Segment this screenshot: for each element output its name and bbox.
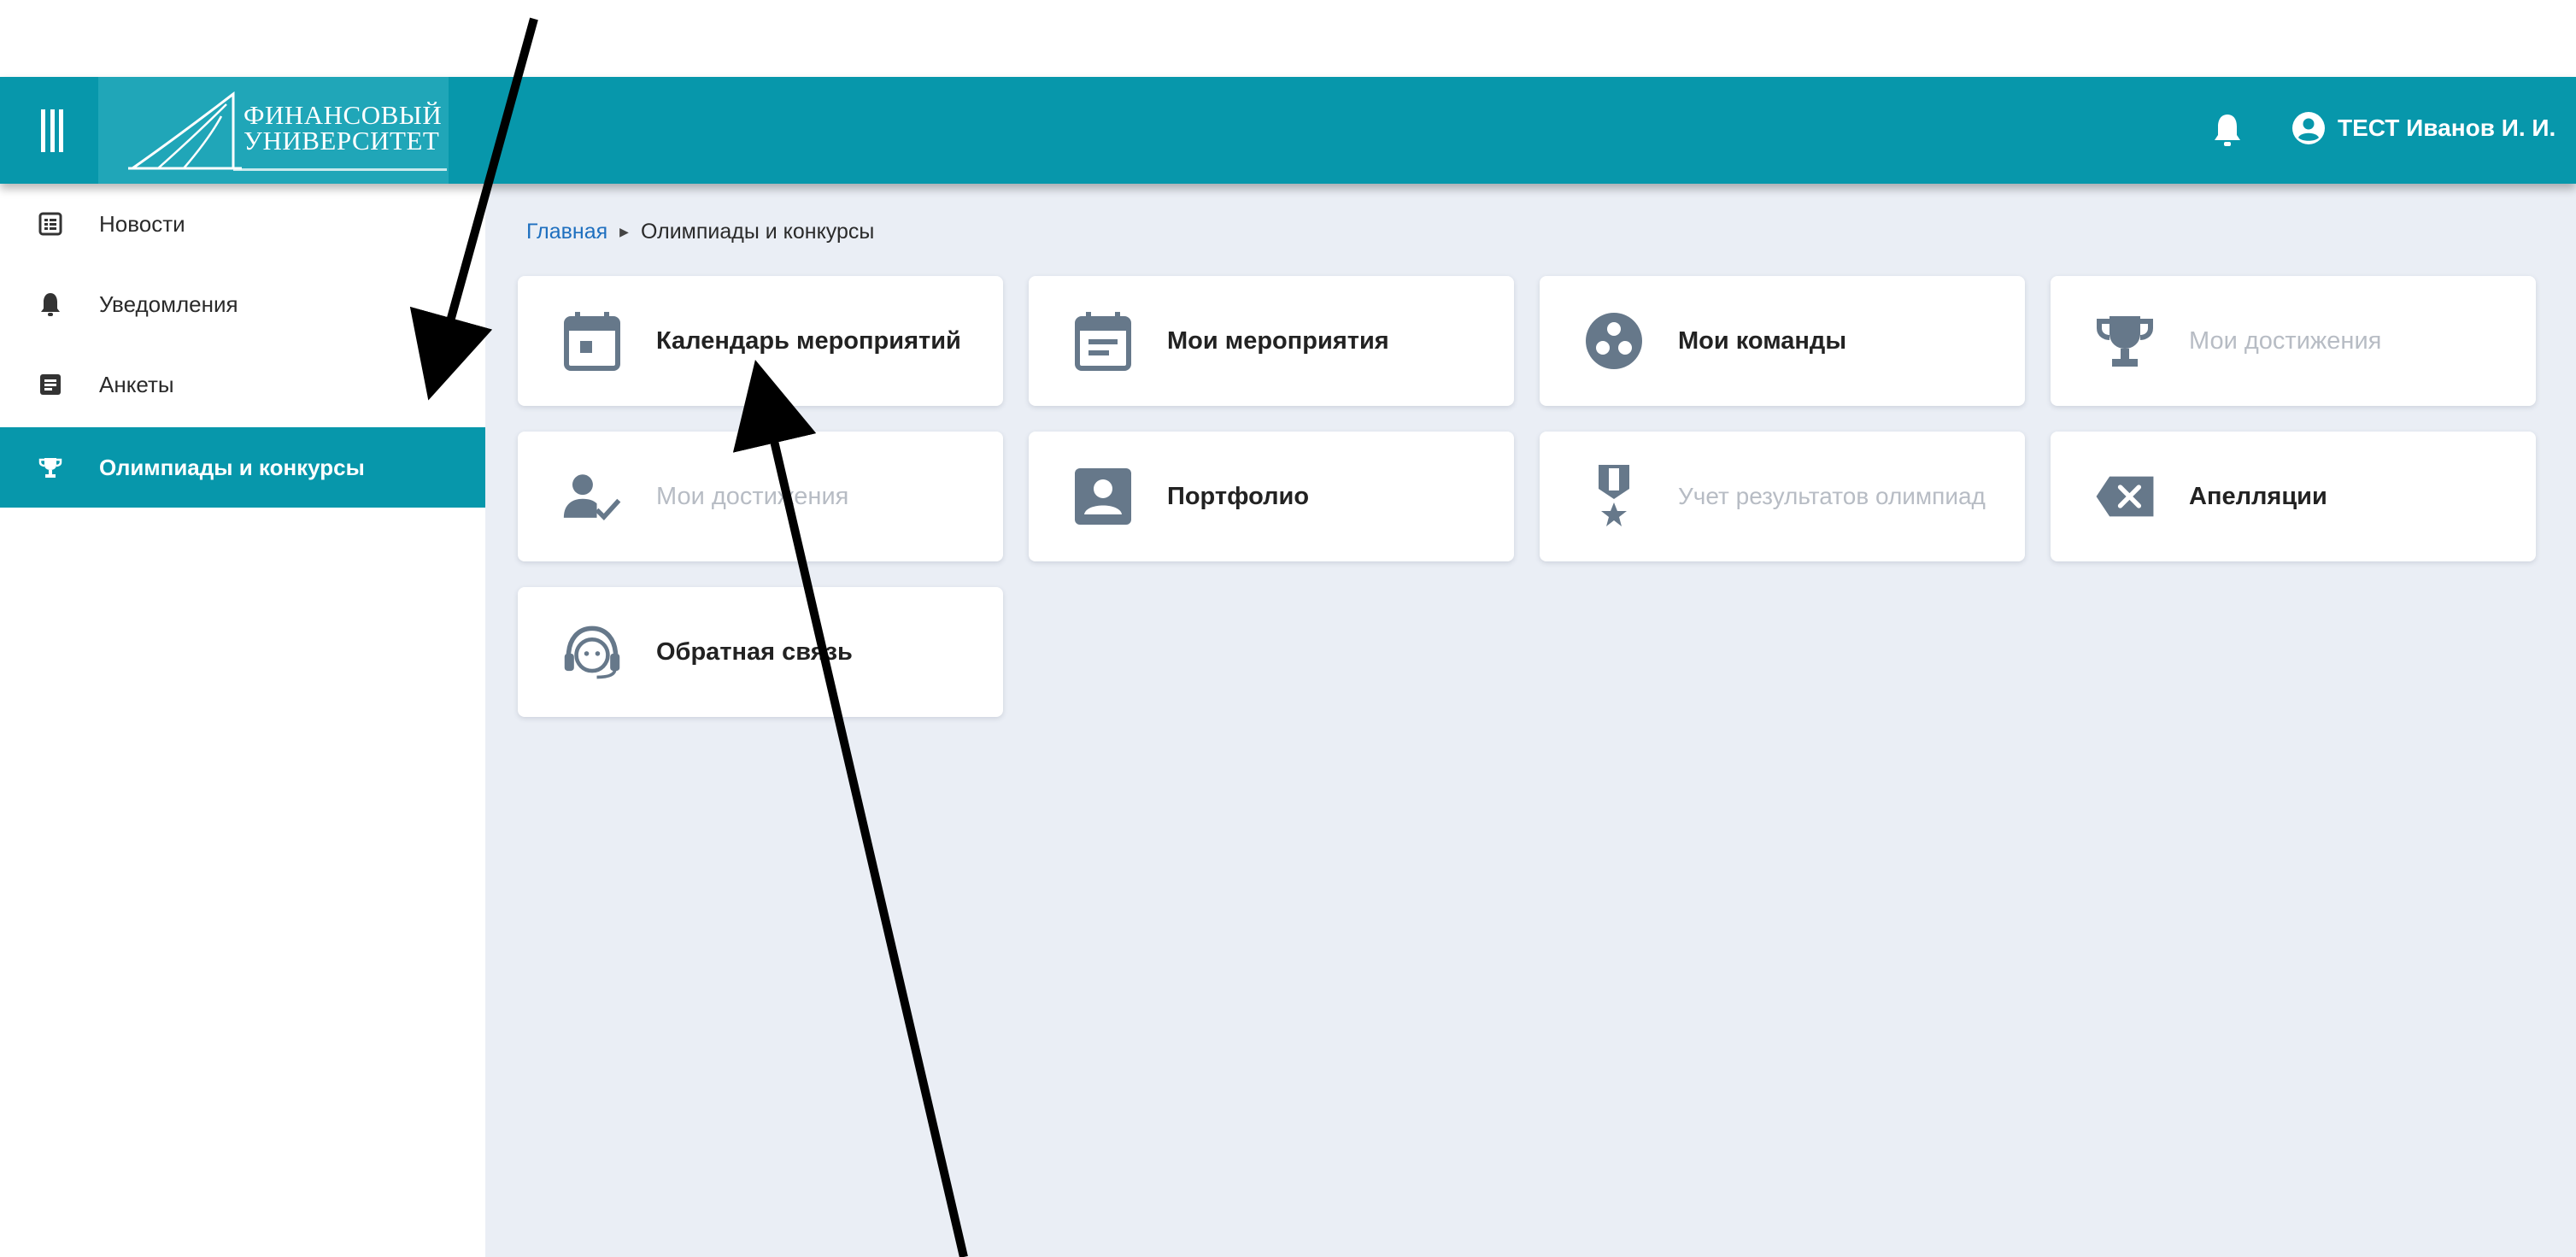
bell-icon <box>38 291 63 317</box>
sidebar-item-forms[interactable]: Анкеты <box>0 344 485 425</box>
card-my-achievements-2[interactable]: Мои достижения <box>518 432 1003 561</box>
user-circle-icon <box>2292 112 2325 144</box>
top-header: ФИНАНСОВЫЙ УНИВЕРСИТЕТ ТЕСТ Иванов И. И. <box>0 77 2576 184</box>
page: ФИНАНСОВЫЙ УНИВЕРСИТЕТ ТЕСТ Иванов И. И. <box>0 0 2576 1257</box>
notifications-bell-icon[interactable] <box>2213 111 2242 153</box>
sidebar-item-news[interactable]: Новости <box>0 184 485 264</box>
trophy-icon <box>38 455 63 480</box>
user-name: ТЕСТ Иванов И. И. <box>2338 115 2556 141</box>
logo-sail-icon <box>128 91 242 170</box>
card-olympiad-results[interactable]: Учет результатов олимпиад <box>1540 432 2025 561</box>
card-portfolio[interactable]: Портфолио <box>1029 432 1514 561</box>
user-menu[interactable]: ТЕСТ Иванов И. И. <box>2291 111 2555 145</box>
hamburger-icon[interactable] <box>41 109 63 152</box>
card-label: Мои достижения <box>656 483 849 510</box>
logo-text: ФИНАНСОВЫЙ УНИВЕРСИТЕТ <box>244 100 443 156</box>
logo-underline <box>233 168 447 171</box>
card-feedback[interactable]: Обратная связь <box>518 587 1003 717</box>
card-appeals[interactable]: Апелляции <box>2051 432 2536 561</box>
card-label: Мои достижения <box>2189 327 2382 355</box>
card-my-events[interactable]: Мои мероприятия <box>1029 276 1514 406</box>
breadcrumb-separator-icon: ▶ <box>619 225 629 238</box>
card-label: Учет результатов олимпиад <box>1678 483 1986 509</box>
card-label: Апелляции <box>2189 483 2327 510</box>
card-my-achievements[interactable]: Мои достижения <box>2051 276 2536 406</box>
sidebar-item-olympiads[interactable]: Олимпиады и конкурсы <box>0 427 485 508</box>
calendar-icon <box>562 308 622 373</box>
portfolio-icon <box>1073 464 1133 529</box>
card-label: Мои мероприятия <box>1167 327 1389 355</box>
user-check-icon <box>562 464 622 529</box>
calendar-list-icon <box>1073 308 1133 373</box>
card-my-teams[interactable]: Мои команды <box>1540 276 2025 406</box>
team-icon <box>1584 308 1644 373</box>
card-events-calendar[interactable]: Календарь мероприятий <box>518 276 1003 406</box>
news-list-icon <box>38 211 63 237</box>
sidebar-item-label: Анкеты <box>99 371 174 397</box>
card-label: Портфолио <box>1167 483 1310 510</box>
backspace-x-icon <box>2095 464 2155 529</box>
sidebar-item-label: Олимпиады и конкурсы <box>99 454 365 480</box>
sidebar-item-label: Новости <box>99 210 185 237</box>
main-content: Главная ▶ Олимпиады и конкурсы Календарь… <box>485 184 2576 1257</box>
sidebar-item-label: Уведомления <box>99 291 238 317</box>
card-label: Мои команды <box>1678 327 1847 355</box>
breadcrumb: Главная ▶ Олимпиады и конкурсы <box>526 220 874 244</box>
sidebar: Новости Уведомления Анкеты Олимпиады и к… <box>0 184 485 1257</box>
breadcrumb-current: Олимпиады и конкурсы <box>640 220 875 244</box>
university-logo[interactable]: ФИНАНСОВЫЙ УНИВЕРСИТЕТ <box>98 77 449 184</box>
trophy-icon <box>2095 308 2155 373</box>
card-label: Календарь мероприятий <box>656 327 961 355</box>
medal-icon <box>1584 464 1644 529</box>
form-icon <box>38 372 63 397</box>
sidebar-item-notifications[interactable]: Уведомления <box>0 264 485 344</box>
logo-line-1: ФИНАНСОВЫЙ <box>244 100 443 130</box>
breadcrumb-home-link[interactable]: Главная <box>526 220 607 244</box>
card-label: Обратная связь <box>656 638 853 666</box>
headset-icon <box>562 620 622 684</box>
logo-line-2: УНИВЕРСИТЕТ <box>244 126 440 156</box>
